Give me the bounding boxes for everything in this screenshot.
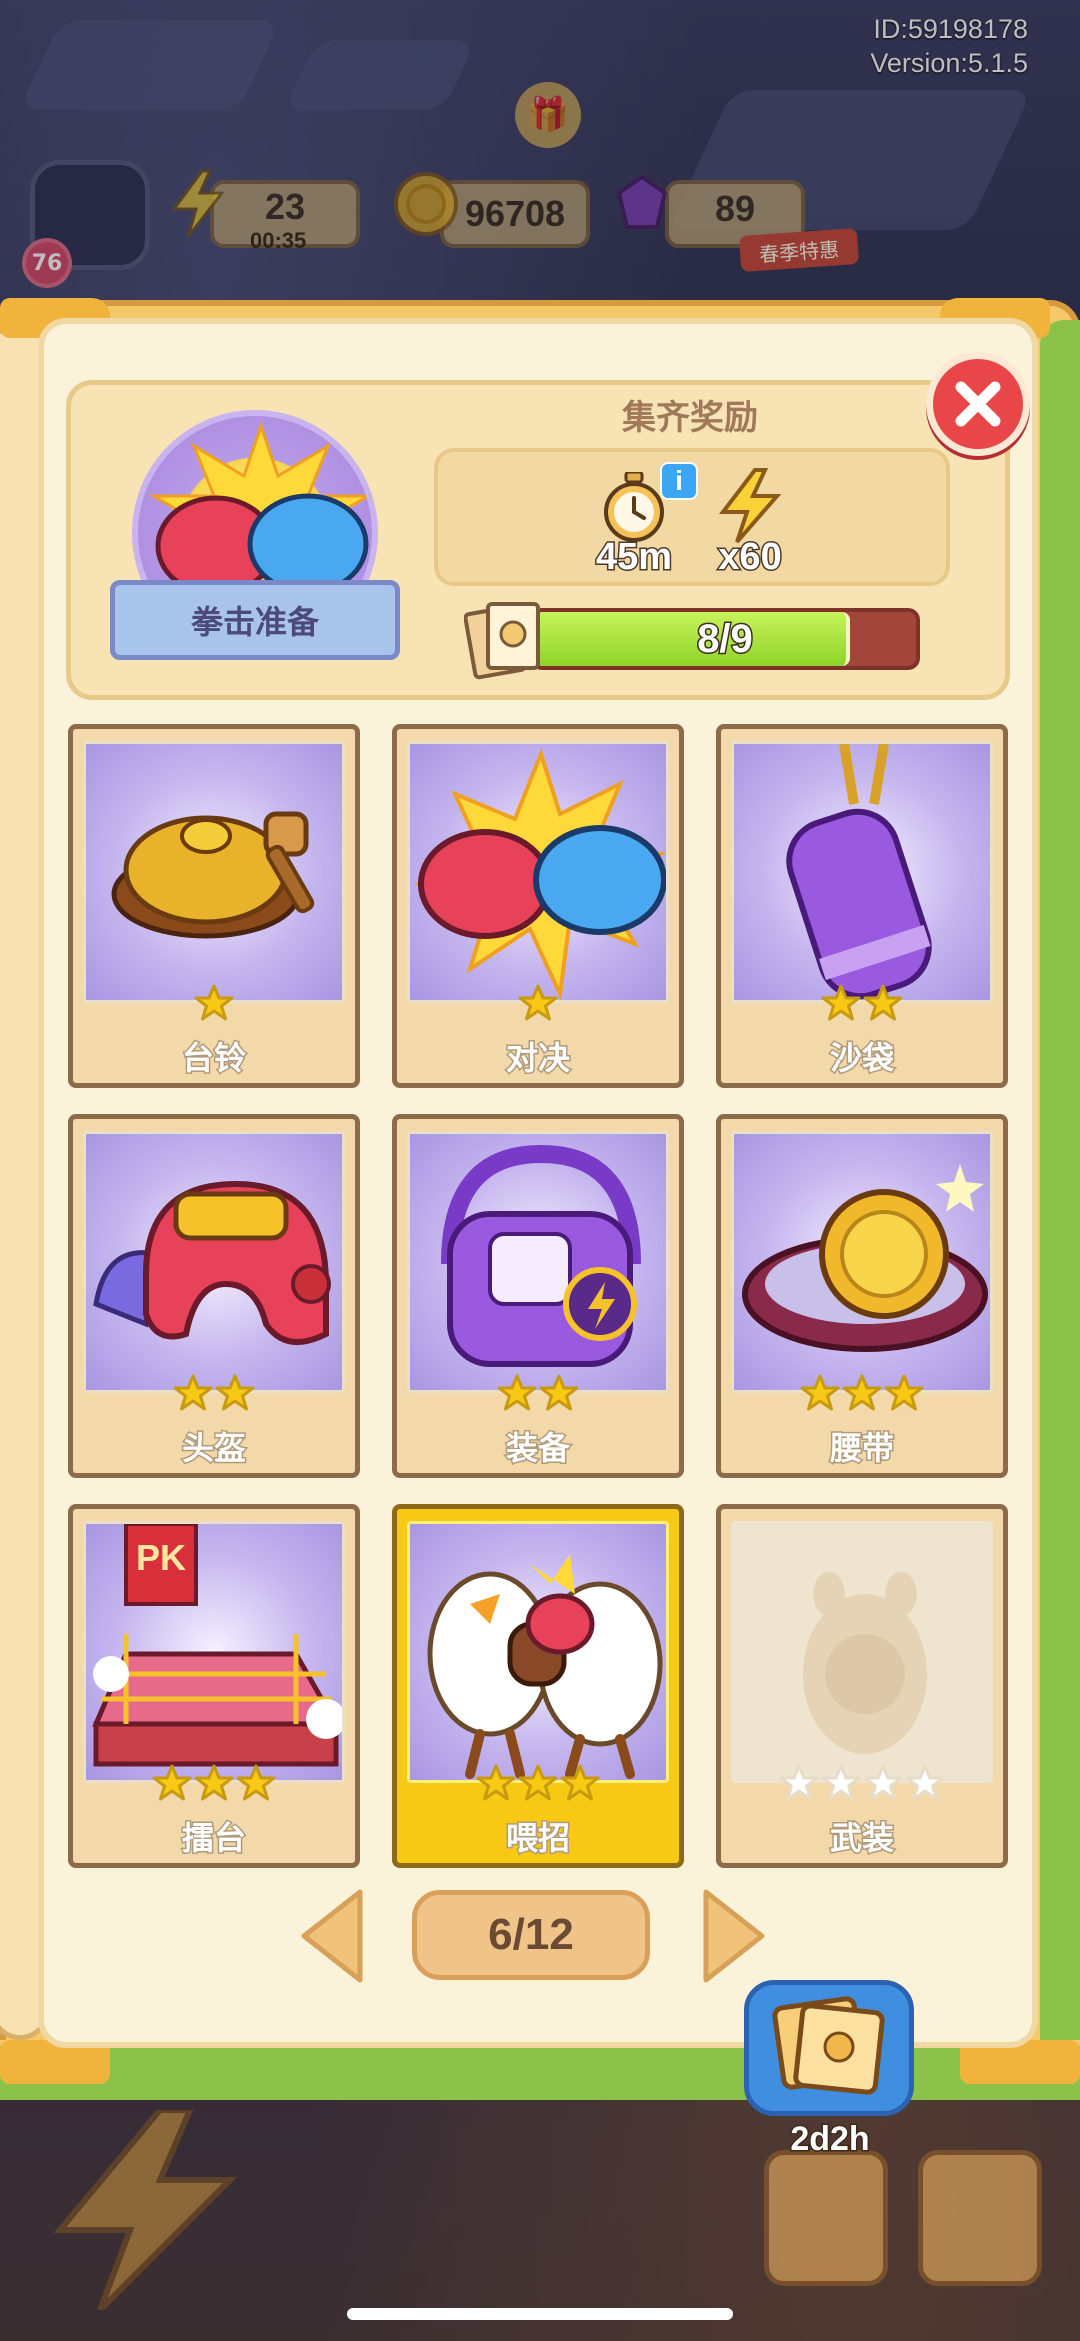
card-stack-icon [463,594,554,684]
gear-bag-icon [410,1134,666,1390]
star-icon [821,984,861,1021]
gloves-icon [410,744,666,1000]
card-name: 装备 [504,1428,571,1469]
card-name: 台铃 [180,1038,247,1079]
star-icon [842,1374,882,1411]
star-rating [721,1373,1003,1413]
card-art [731,1521,993,1783]
card-name: 头盔 [180,1428,247,1469]
card-name: 擂台 [180,1818,247,1859]
card-ring[interactable]: PK 擂台 [68,1504,360,1868]
card-art [83,1131,345,1393]
close-button[interactable] [926,352,1030,456]
chevron-left-icon [301,1889,363,1983]
star-rating [397,1373,679,1413]
card-punching-bag[interactable]: 沙袋 [716,724,1008,1088]
star-icon [215,1374,255,1411]
svg-text:PK: PK [136,1537,186,1578]
card-art [731,741,993,1003]
card-art [83,741,345,1003]
reward-item-time: 45m [584,472,684,580]
album-timer: 2d2h [789,2119,871,2160]
reward-item-label: 45m [594,535,673,580]
energy-boost-icon[interactable] [30,2107,250,2313]
star-icon [821,1764,861,1801]
star-icon [905,1764,945,1801]
star-icon [173,1374,213,1411]
book-bottom-edge [0,2040,1080,2100]
home-indicator[interactable] [347,2308,733,2320]
card-name: 沙袋 [828,1038,895,1079]
prev-page-button[interactable] [298,1886,368,1986]
card-album-shortcut[interactable] [764,2150,888,2286]
card-gear-bag[interactable]: 装备 [392,1114,684,1478]
chevron-right-icon [703,1889,765,1983]
star-rating [73,983,355,1023]
star-icon [779,1764,819,1801]
star-rating [397,983,679,1023]
star-icon [560,1764,600,1801]
card-name: 喂招 [504,1818,571,1859]
set-name-ribbon: 拳击准备 [110,580,400,660]
stopwatch-icon [604,472,664,542]
card-art [407,1521,669,1783]
star-icon [194,984,234,1021]
reward-title: 集齐奖励 [622,398,758,438]
star-icon [863,1764,903,1801]
card-art: PK [83,1521,345,1783]
star-icon [152,1764,192,1801]
reward-item-energy: x60 [700,468,800,580]
next-page-button[interactable] [698,1886,768,1986]
card-sparring[interactable]: 喂招 [392,1504,684,1868]
card-art [407,741,669,1003]
bell-icon [86,744,342,1000]
card-belt[interactable]: 腰带 [716,1114,1008,1478]
star-icon [539,1374,579,1411]
belt-icon [734,1134,990,1390]
star-rating [397,1763,679,1803]
star-rating [721,1763,1003,1803]
card-bell[interactable]: 台铃 [68,724,360,1088]
progress-text: 8/9 [696,615,755,662]
card-art [407,1131,669,1393]
page-indicator: 6/12 [412,1890,650,1980]
star-icon [194,1764,234,1801]
star-icon [497,1374,537,1411]
ring-icon: PK [86,1524,342,1780]
collection-progress-bar: 8/9 [530,608,920,670]
star-icon [800,1374,840,1411]
friends-button[interactable] [918,2150,1042,2286]
punching-bag-icon [734,744,990,1000]
star-rating [73,1763,355,1803]
star-rating [721,983,1003,1023]
helmet-icon [86,1134,342,1390]
card-helmet[interactable]: 头盔 [68,1114,360,1478]
album-button[interactable] [744,1980,914,2116]
reward-item-label: x60 [717,535,783,580]
star-icon [518,984,558,1021]
star-icon [518,1764,558,1801]
set-badge: 拳击准备 [110,410,400,680]
card-name: 武装 [828,1818,895,1859]
star-icon [884,1374,924,1411]
card-name: 对决 [504,1038,571,1079]
star-icon [476,1764,516,1801]
photo-album-icon [772,1996,885,2095]
sparring-icon [410,1524,666,1780]
card-silhouette[interactable]: 武装 [716,1504,1008,1868]
star-icon [236,1764,276,1801]
close-icon [955,381,1001,427]
star-icon [863,984,903,1021]
star-rating [73,1373,355,1413]
silhouette-icon [734,1524,990,1780]
card-gloves[interactable]: 对决 [392,724,684,1088]
card-art [731,1131,993,1393]
card-name: 腰带 [828,1428,895,1469]
book-spine-right [1040,320,1080,2060]
lightning-icon [718,468,782,544]
